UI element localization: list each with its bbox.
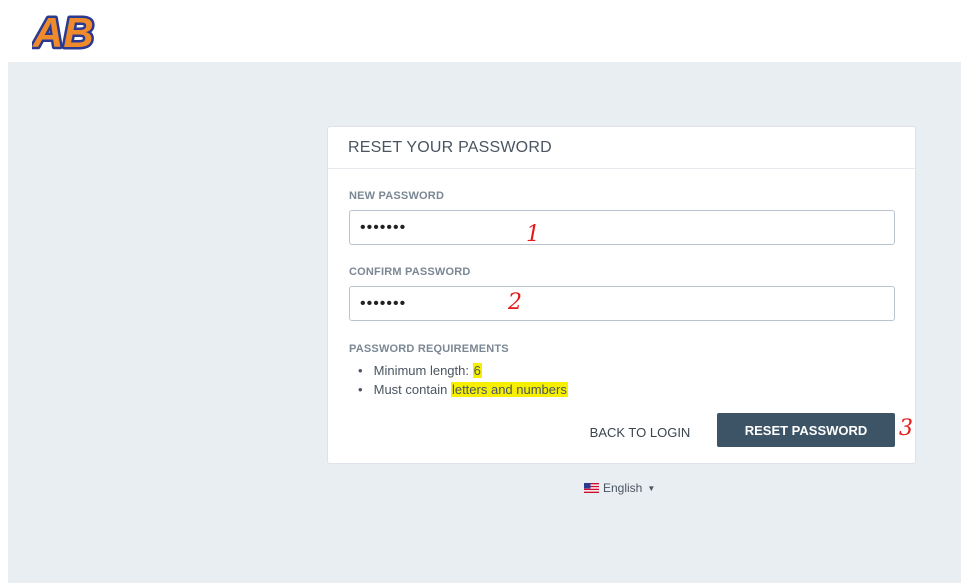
reset-password-card: RESET YOUR PASSWORD NEW PASSWORD •••••••… [327, 126, 916, 464]
confirm-password-value: ••••••• [360, 294, 407, 312]
new-password-input[interactable]: ••••••• [349, 210, 895, 245]
confirm-password-input[interactable]: ••••••• [349, 286, 895, 321]
requirements-label: PASSWORD REQUIREMENTS [349, 343, 509, 355]
annotation-step-2: 2 [508, 290, 522, 315]
page-title: RESET YOUR PASSWORD [348, 139, 552, 156]
reset-password-button[interactable]: RESET PASSWORD [717, 413, 895, 447]
new-password-label: NEW PASSWORD [349, 190, 445, 202]
requirement-min-length: Minimum length: 6 [372, 361, 568, 380]
new-password-value: ••••••• [360, 218, 407, 236]
svg-text:AB: AB [32, 9, 94, 51]
requirement-highlight: letters and numbers [450, 382, 568, 397]
language-selector[interactable]: English ▼ [584, 480, 655, 496]
top-bar: AB AB [0, 0, 961, 62]
chevron-down-icon: ▼ [647, 483, 656, 493]
requirements-list: Minimum length: 6 Must contain letters a… [372, 361, 568, 399]
language-label: English [603, 481, 643, 495]
requirement-letters-numbers: Must contain letters and numbers [372, 380, 568, 399]
annotation-step-1: 1 [526, 222, 540, 247]
us-flag-icon [584, 483, 599, 493]
card-header: RESET YOUR PASSWORD [328, 127, 915, 169]
app-logo[interactable]: AB AB [32, 9, 98, 51]
back-to-login-button[interactable]: BACK TO LOGIN [580, 415, 700, 449]
requirement-highlight: 6 [472, 363, 482, 378]
annotation-step-3: 3 [899, 416, 913, 441]
confirm-password-label: CONFIRM PASSWORD [349, 266, 471, 278]
